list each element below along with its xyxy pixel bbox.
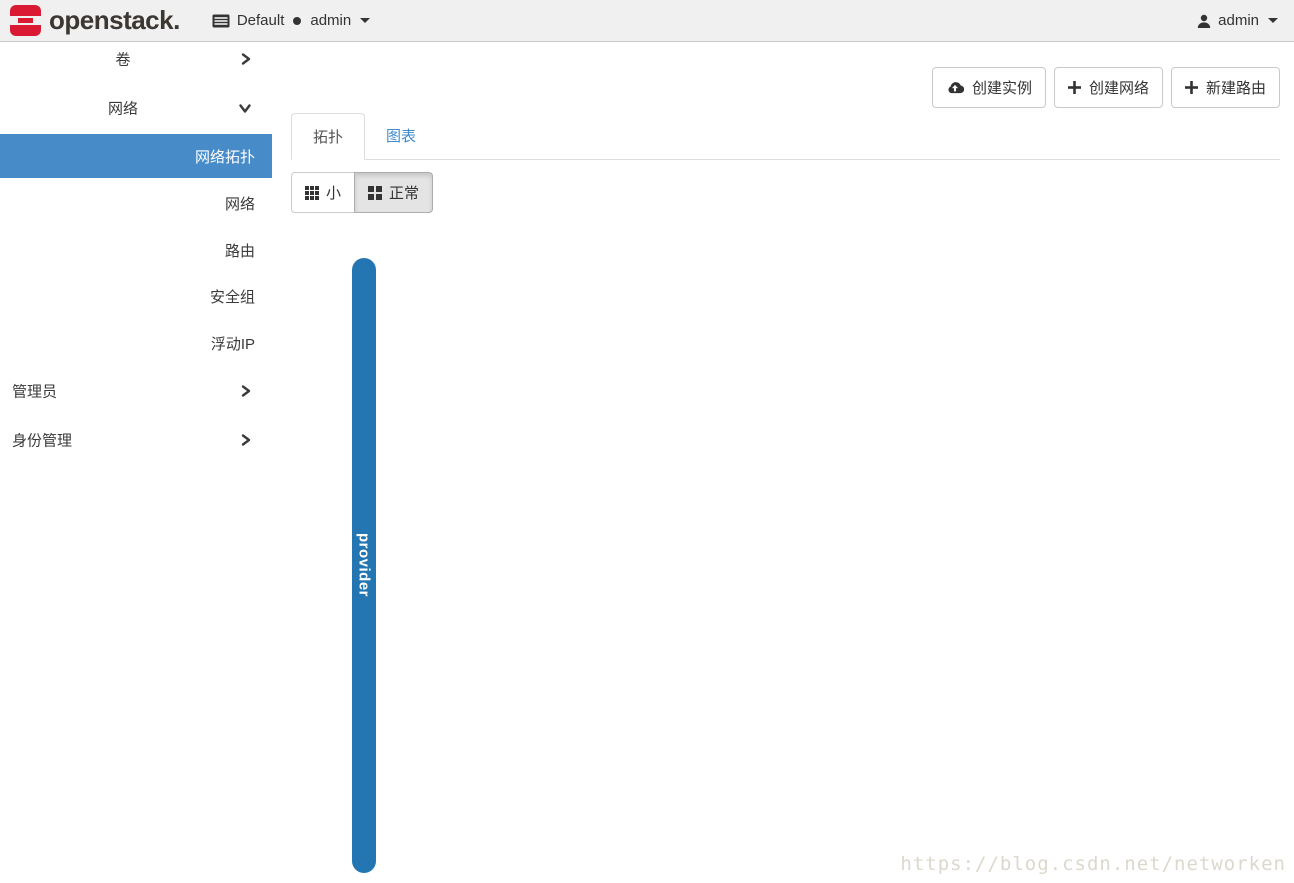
sidebar-item-floating-ips[interactable]: 浮动IP bbox=[0, 321, 272, 365]
user-label: admin bbox=[1218, 12, 1259, 29]
grid-small-icon bbox=[305, 186, 319, 200]
tab-label: 拓扑 bbox=[313, 129, 343, 146]
sidebar-section-label: 网络 bbox=[0, 98, 246, 119]
brand-home-link[interactable]: openstack. bbox=[10, 5, 180, 36]
sidebar-section-network[interactable]: 网络 bbox=[0, 86, 272, 130]
chevron-down-icon bbox=[238, 102, 252, 115]
size-normal-button[interactable]: 正常 bbox=[354, 172, 433, 213]
sidebar-section-label: 管理员 bbox=[12, 381, 57, 402]
domain-list-icon bbox=[212, 14, 230, 28]
tab-topology[interactable]: 拓扑 bbox=[291, 113, 365, 160]
domain-label: Default bbox=[237, 12, 285, 29]
project-context-switcher[interactable]: Default admin bbox=[212, 12, 370, 29]
sidebar-section-label: 卷 bbox=[0, 49, 246, 70]
button-label: 正常 bbox=[389, 182, 419, 203]
chevron-right-icon bbox=[239, 52, 252, 66]
cloud-upload-icon bbox=[946, 81, 964, 94]
topbar: openstack. Default admin admin bbox=[0, 0, 1294, 42]
sidebar-section-label: 身份管理 bbox=[12, 430, 72, 451]
sidebar-item-label: 网络拓扑 bbox=[195, 146, 255, 167]
brand-name: openstack. bbox=[49, 5, 180, 36]
separator-dot-icon bbox=[293, 17, 301, 25]
user-menu[interactable]: admin bbox=[1197, 12, 1278, 29]
sidebar-item-security-groups[interactable]: 安全组 bbox=[0, 274, 272, 318]
watermark-text: https://blog.csdn.net/networken bbox=[900, 853, 1286, 875]
sidebar-item-label: 浮动IP bbox=[211, 333, 255, 354]
network-name-label: provider bbox=[356, 533, 373, 597]
chevron-right-icon bbox=[239, 384, 252, 398]
page-actions: 创建实例 创建网络 新建路由 bbox=[932, 67, 1280, 108]
create-network-button[interactable]: 创建网络 bbox=[1054, 67, 1163, 108]
caret-down-icon bbox=[360, 18, 370, 23]
sidebar-item-label: 路由 bbox=[225, 240, 255, 261]
plus-icon bbox=[1068, 81, 1081, 94]
button-label: 小 bbox=[326, 182, 341, 203]
topology-size-toggle: 小 正常 bbox=[291, 172, 433, 213]
sidebar: 卷 网络 网络拓扑 网络 路由 安全组 浮动IP 管理员 身份管理 bbox=[0, 43, 272, 883]
size-small-button[interactable]: 小 bbox=[291, 172, 355, 213]
sidebar-item-routers[interactable]: 路由 bbox=[0, 228, 272, 272]
sidebar-section-admin[interactable]: 管理员 bbox=[0, 369, 272, 413]
button-label: 创建网络 bbox=[1089, 77, 1149, 98]
openstack-logo-icon bbox=[10, 5, 41, 36]
sidebar-section-volumes[interactable]: 卷 bbox=[0, 37, 272, 81]
create-router-button[interactable]: 新建路由 bbox=[1171, 67, 1280, 108]
network-node-provider[interactable]: provider bbox=[352, 258, 376, 873]
tab-graph[interactable]: 图表 bbox=[365, 113, 437, 159]
sidebar-item-label: 网络 bbox=[225, 193, 255, 214]
project-label: admin bbox=[310, 12, 351, 29]
button-label: 创建实例 bbox=[972, 77, 1032, 98]
button-label: 新建路由 bbox=[1206, 77, 1266, 98]
sidebar-item-network-topology[interactable]: 网络拓扑 bbox=[0, 134, 272, 178]
user-icon bbox=[1197, 14, 1211, 28]
plus-icon bbox=[1185, 81, 1198, 94]
sidebar-section-identity[interactable]: 身份管理 bbox=[0, 418, 272, 462]
sidebar-item-networks[interactable]: 网络 bbox=[0, 181, 272, 225]
caret-down-icon bbox=[1268, 18, 1278, 23]
launch-instance-button[interactable]: 创建实例 bbox=[932, 67, 1046, 108]
grid-normal-icon bbox=[368, 186, 382, 200]
tab-label: 图表 bbox=[386, 128, 416, 145]
sidebar-item-label: 安全组 bbox=[210, 286, 255, 307]
chevron-right-icon bbox=[239, 433, 252, 447]
view-tabs: 拓扑 图表 bbox=[291, 113, 1280, 160]
